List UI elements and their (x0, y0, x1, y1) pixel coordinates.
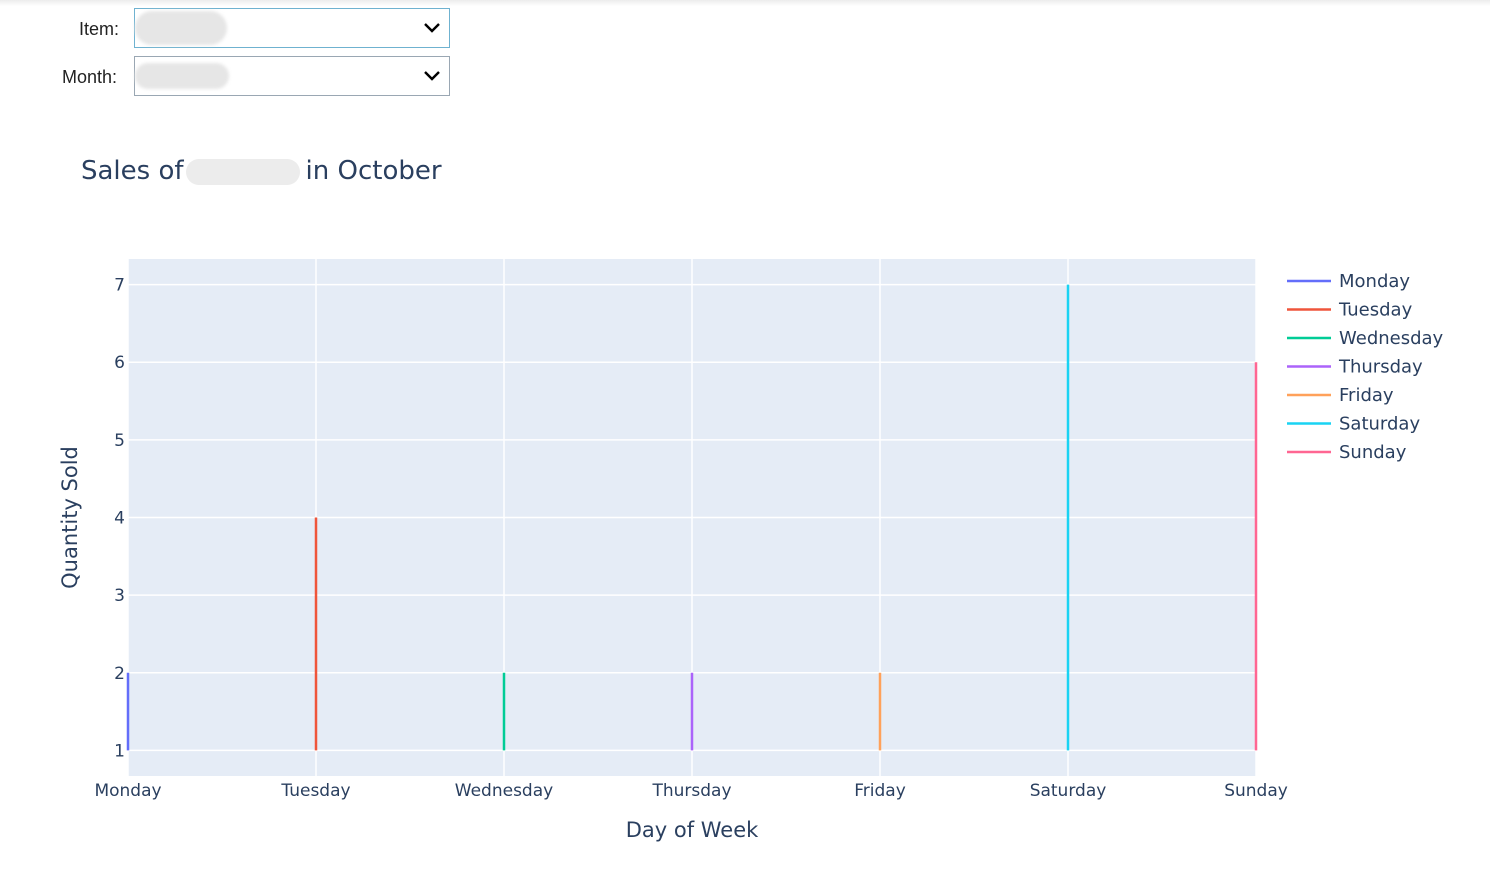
y-axis-label: Quantity Sold (58, 446, 82, 589)
x-tick-label: Wednesday (455, 781, 553, 801)
legend-label: Thursday (1338, 357, 1423, 378)
legend-item-wednesday[interactable]: Wednesday (1287, 328, 1444, 349)
chart: Monday Tuesday Wednesday Thursday Friday Satu… (58, 259, 1444, 842)
x-tick-label: Sunday (1224, 781, 1288, 801)
y-tick-label: 1 (114, 741, 125, 761)
x-tick-labels: Monday Tuesday Wednesday Thursday Friday Satu… (94, 781, 1287, 801)
legend-item-saturday[interactable]: Saturday (1287, 414, 1420, 435)
legend-item-monday[interactable]: Monday (1287, 271, 1410, 292)
legend-label: Tuesday (1338, 300, 1413, 321)
y-tick-label: 7 (114, 276, 125, 296)
legend-label: Saturday (1339, 414, 1420, 435)
legend-label: Monday (1339, 271, 1410, 292)
y-tick-label: 5 (114, 431, 125, 451)
x-axis-label: Day of Week (626, 818, 759, 842)
y-tick-label: 6 (114, 353, 125, 373)
legend-item-sunday[interactable]: Sunday (1287, 442, 1407, 463)
x-tick-label: Saturday (1030, 781, 1107, 801)
x-tick-label: Monday (94, 781, 161, 801)
y-tick-label: 3 (114, 586, 125, 606)
legend-item-thursday[interactable]: Thursday (1287, 357, 1423, 378)
legend-label: Sunday (1339, 442, 1407, 463)
x-tick-label: Thursday (651, 781, 731, 801)
x-tick-label: Tuesday (280, 781, 350, 801)
x-tick-label: Friday (854, 781, 906, 801)
legend-item-tuesday[interactable]: Tuesday (1287, 300, 1413, 321)
y-tick-label: 4 (114, 509, 125, 529)
y-tick-labels: 1 2 3 4 5 6 7 (114, 276, 125, 762)
legend-item-friday[interactable]: Friday (1287, 385, 1394, 406)
y-tick-label: 2 (114, 664, 125, 684)
legend: Monday Tuesday Wednesday Thursday Friday Satu… (1287, 271, 1444, 463)
legend-label: Friday (1339, 385, 1394, 406)
legend-label: Wednesday (1339, 328, 1444, 349)
